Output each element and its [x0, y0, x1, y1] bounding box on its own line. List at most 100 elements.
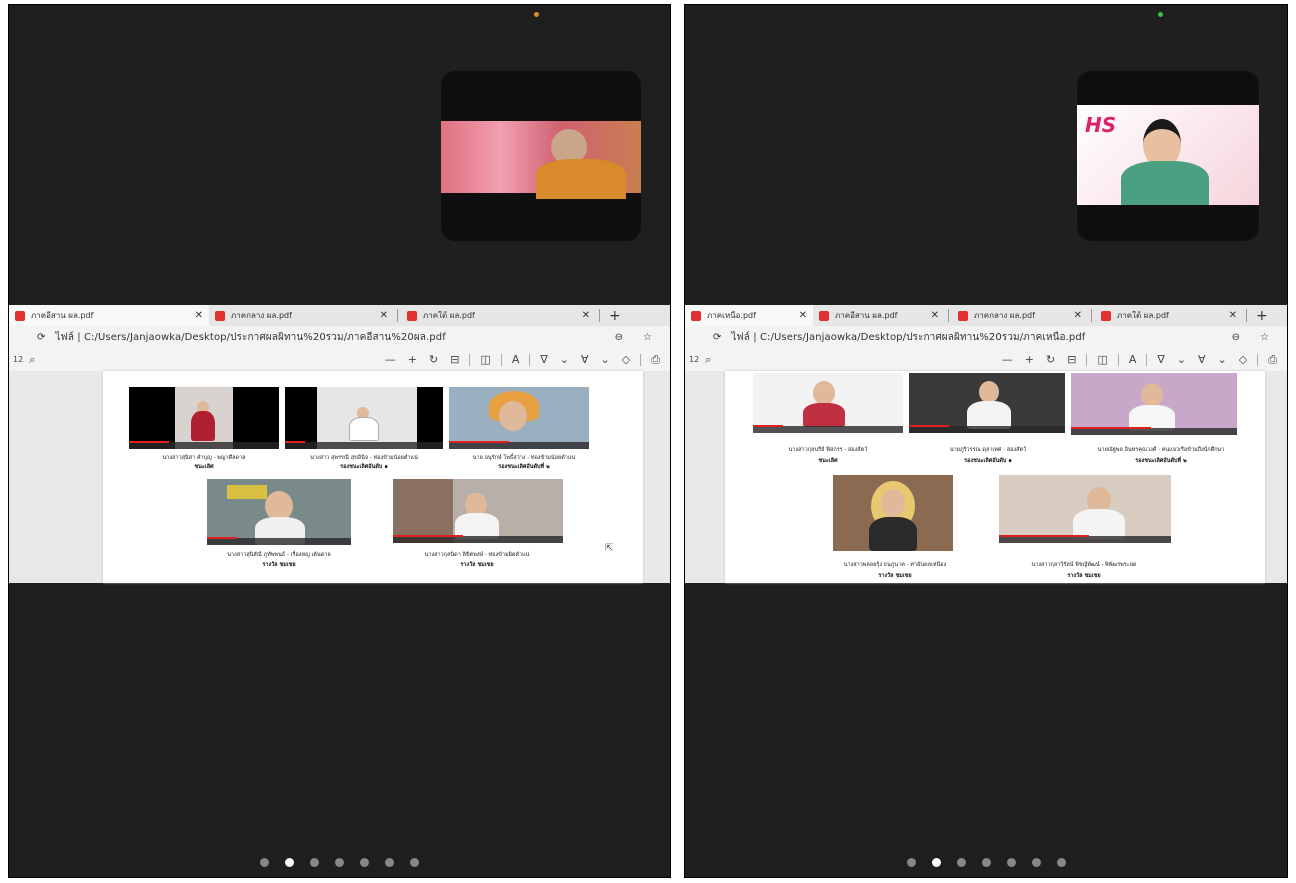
close-icon[interactable]: ✕ [931, 310, 939, 321]
video-thumbnail [909, 373, 1065, 433]
pdf-icon [215, 310, 225, 321]
page-dot[interactable] [285, 858, 294, 867]
tab-1[interactable]: ภาคอีสาน ผล.pdf ✕ [813, 305, 945, 326]
zoom-icon[interactable]: ⊖ [615, 332, 623, 343]
close-icon[interactable]: ✕ [582, 310, 590, 321]
erase-icon[interactable]: ◇ [616, 353, 636, 366]
pdf-icon [407, 310, 417, 321]
page-dot[interactable] [931, 858, 941, 867]
reload-icon[interactable]: ⟳ [713, 332, 721, 343]
favorite-icon[interactable]: ☆ [1260, 332, 1269, 343]
read-aloud-icon[interactable]: A [1123, 353, 1143, 366]
search-icon[interactable]: ⌕ [699, 353, 717, 367]
page-indicator[interactable] [685, 858, 1287, 867]
zoom-icon[interactable]: ⊖ [1232, 332, 1240, 343]
participant-video-tile[interactable]: HS [1077, 71, 1259, 241]
page-dot[interactable] [981, 858, 991, 867]
page-dot[interactable] [360, 858, 369, 867]
favorite-icon[interactable]: ☆ [643, 332, 652, 343]
mouse-cursor-icon: ⇱ [605, 543, 614, 554]
page-dot[interactable] [260, 858, 269, 867]
participant-video: HS [1077, 105, 1259, 205]
pdf-viewport[interactable]: นางสาวกุลนรีย์ ฟิสกรร - สองสัตว์ ชนะเลิศ… [685, 371, 1287, 583]
highlight-icon[interactable]: ∀ [1192, 353, 1212, 366]
chevron-down-icon[interactable]: ⌄ [1171, 353, 1192, 366]
page-dot[interactable] [385, 858, 394, 867]
chevron-down-icon[interactable]: ⌄ [554, 353, 575, 366]
page-dot[interactable] [956, 858, 966, 867]
entry-caption: นายภูริวรรณ ดุลาเทศ - สองสัตว์ [949, 447, 1027, 453]
zoom-in-icon[interactable]: + [1019, 353, 1040, 366]
page-dot[interactable] [1031, 858, 1041, 867]
close-icon[interactable]: ✕ [195, 310, 203, 321]
tab-label: ภาคอีสาน ผล.pdf [835, 311, 898, 320]
page-view-icon[interactable]: ◫ [474, 353, 496, 366]
entry-caption: นางสาวสุนิสัณี ภูทัพพนธ์ - เรื่องหญ เต้น… [227, 552, 331, 558]
screen-panel-left: ภาคอีสาน ผล.pdf ✕ ภาคกลาง ผล.pdf ✕ ภาคใต… [8, 4, 671, 878]
tab-separator [397, 309, 398, 322]
pdf-viewport[interactable]: นางสาวสุนิสา คำบุญ - พญาศีลดาล ชนะเลิศ น… [9, 371, 670, 583]
page-number: 12 [13, 355, 24, 364]
tab-1[interactable]: ภาคกลาง ผล.pdf ✕ [209, 305, 394, 326]
zoom-in-icon[interactable]: + [402, 353, 423, 366]
tab-2[interactable]: ภาคใต้ ผล.pdf ✕ [401, 305, 596, 326]
fit-page-icon[interactable]: ⊟ [444, 353, 465, 366]
video-thumbnail [207, 479, 351, 545]
close-icon[interactable]: ✕ [799, 310, 807, 321]
tab-separator [948, 309, 949, 322]
zoom-out-icon[interactable]: — [996, 353, 1019, 366]
page-dot[interactable] [335, 858, 344, 867]
tab-separator [599, 309, 600, 322]
pdf-icon [819, 310, 829, 321]
pdf-page: นางสาวสุนิสา คำบุญ - พญาศีลดาล ชนะเลิศ น… [103, 371, 643, 583]
tab-0[interactable]: ภาคเหนือ.pdf ✕ [685, 305, 813, 326]
entry-caption: นางสาวพลอยรุ้ง ธนภูนาค - ท่าอันดลเหนือง [843, 562, 947, 568]
chevron-down-icon[interactable]: ⌄ [595, 353, 616, 366]
toolbar-separator [1257, 353, 1259, 366]
address-bar[interactable]: ⟳ ไฟล์ | C:/Users/Janjaowka/Desktop/ประก… [9, 326, 670, 348]
close-icon[interactable]: ✕ [1229, 310, 1237, 321]
highlight-icon[interactable]: ∀ [575, 353, 595, 366]
tab-bar: ภาคอีสาน ผล.pdf ✕ ภาคกลาง ผล.pdf ✕ ภาคใต… [9, 305, 670, 326]
draw-icon[interactable]: ∇ [534, 353, 553, 366]
reload-icon[interactable]: ⟳ [37, 332, 45, 343]
pdf-icon [958, 310, 968, 321]
zoom-out-icon[interactable]: — [379, 353, 402, 366]
award-label: ชนะเลิศ [194, 464, 214, 470]
page-dot[interactable] [410, 858, 419, 867]
tab-3[interactable]: ภาคใต้ ผล.pdf ✕ [1095, 305, 1243, 326]
page-dot[interactable] [906, 858, 916, 867]
erase-icon[interactable]: ◇ [1233, 353, 1253, 366]
new-tab-button[interactable]: + [603, 308, 627, 324]
new-tab-button[interactable]: + [1250, 308, 1274, 324]
participant-video-tile[interactable] [441, 71, 641, 241]
award-label: รางวัล ชมเชย [460, 562, 494, 568]
rotate-icon[interactable]: ↻ [423, 353, 444, 366]
page-dot[interactable] [310, 858, 319, 867]
chevron-down-icon[interactable]: ⌄ [1212, 353, 1233, 366]
tab-separator [1091, 309, 1092, 322]
close-icon[interactable]: ✕ [380, 310, 388, 321]
search-icon[interactable]: ⌕ [23, 353, 41, 367]
award-label: รางวัล ชมเชย [878, 573, 912, 579]
tab-0[interactable]: ภาคอีสาน ผล.pdf ✕ [9, 305, 209, 326]
entry-caption: นางสาวกุลาวิรัลน์ พิชญ์พัฒน์ - พิพัฒรพระ… [1031, 562, 1137, 568]
video-thumbnail [833, 475, 953, 551]
address-bar[interactable]: ⟳ ไฟล์ | C:/Users/Janjaowka/Desktop/ประก… [685, 326, 1287, 348]
close-icon[interactable]: ✕ [1074, 310, 1082, 321]
draw-icon[interactable]: ∇ [1151, 353, 1170, 366]
print-icon[interactable]: ⎙ [1262, 353, 1283, 367]
tab-2[interactable]: ภาคกลาง ผล.pdf ✕ [952, 305, 1088, 326]
page-indicator[interactable] [9, 858, 670, 867]
camera-indicator [534, 12, 539, 17]
fit-page-icon[interactable]: ⊟ [1061, 353, 1082, 366]
page-dot[interactable] [1006, 858, 1016, 867]
page-view-icon[interactable]: ◫ [1091, 353, 1113, 366]
rotate-icon[interactable]: ↻ [1040, 353, 1061, 366]
award-label: รองชนะเลิศอันดับ ๑ [340, 464, 388, 470]
page-dot[interactable] [1056, 858, 1066, 867]
screen-panel-right: HS ภาคเหนือ.pdf ✕ ภาคอีสาน ผล.pdf ✕ ภาคก… [684, 4, 1288, 878]
print-icon[interactable]: ⎙ [645, 353, 666, 367]
read-aloud-icon[interactable]: A [506, 353, 526, 366]
browser-window: ภาคอีสาน ผล.pdf ✕ ภาคกลาง ผล.pdf ✕ ภาคใต… [9, 305, 670, 583]
